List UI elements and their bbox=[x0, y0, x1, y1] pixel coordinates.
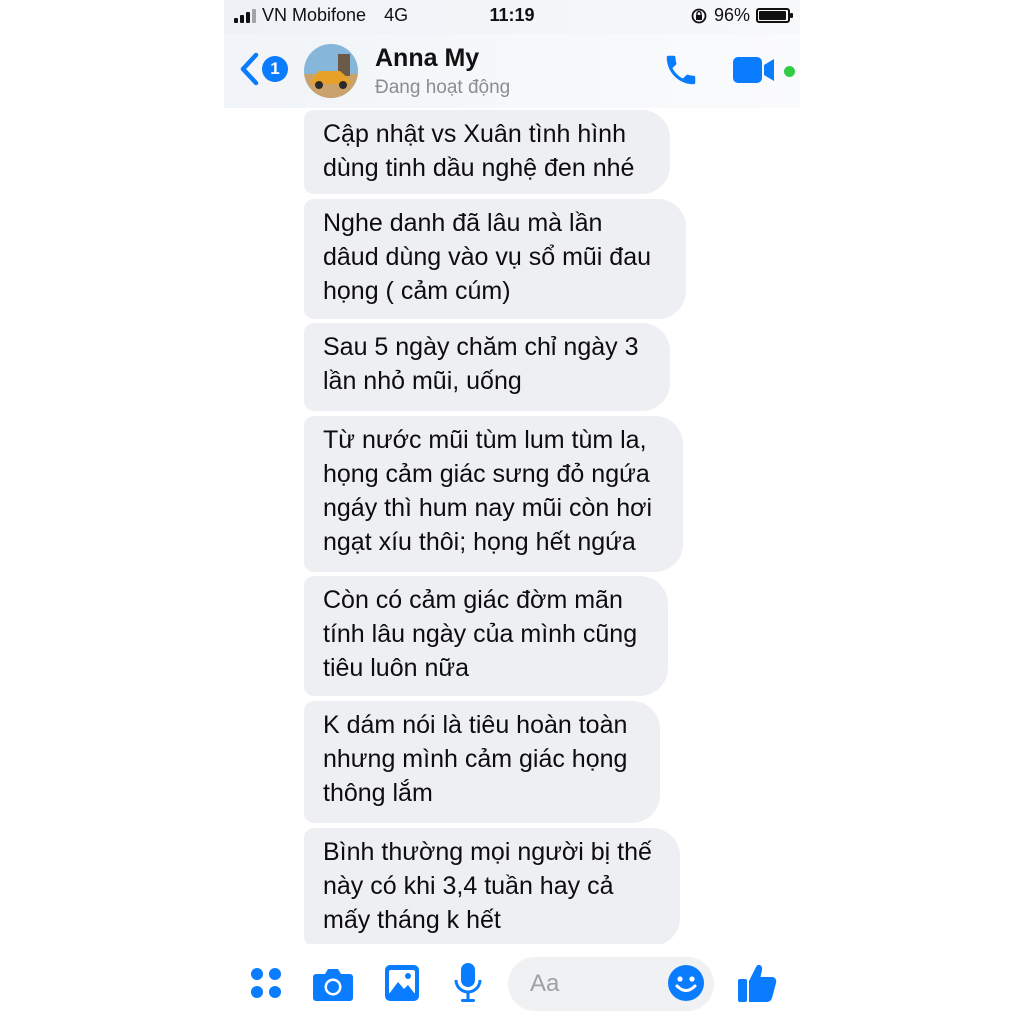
message-bubble[interactable]: Từ nước mũi tùm lum tùm la, họng cảm giá… bbox=[304, 416, 683, 572]
message-bubble[interactable]: Nghe danh đã lâu mà lần dâud dùng vào vụ… bbox=[304, 199, 686, 319]
back-button[interactable]: 1 bbox=[238, 52, 288, 86]
message-bubble[interactable]: Bình thường mọi người bị thế này có khi … bbox=[304, 828, 680, 944]
back-chevron-icon bbox=[240, 52, 259, 86]
image-icon bbox=[385, 965, 419, 1001]
message-list: Cập nhật vs Xuân tình hình dùng tinh dầu… bbox=[224, 108, 800, 944]
message-bubble[interactable]: Còn có cảm giác đờm mãn tính lâu ngày củ… bbox=[304, 576, 668, 696]
avatar[interactable] bbox=[304, 44, 358, 98]
phone-icon bbox=[666, 55, 696, 85]
online-indicator bbox=[784, 66, 795, 77]
avatar-photo bbox=[304, 44, 358, 98]
gallery-button[interactable] bbox=[384, 964, 420, 1007]
battery-percent: 96% bbox=[713, 5, 750, 25]
emoji-button[interactable] bbox=[666, 963, 706, 1008]
status-bar: VN Mobifone 4G 11:19 96% bbox=[224, 0, 800, 34]
video-call-button[interactable] bbox=[732, 54, 776, 91]
orientation-lock-icon bbox=[691, 8, 707, 23]
messenger-screen: VN Mobifone 4G 11:19 96% 1 Anna My Đang … bbox=[224, 0, 800, 1024]
contact-name[interactable]: Anna My bbox=[375, 44, 479, 73]
microphone-icon bbox=[454, 963, 482, 1002]
camera-icon bbox=[313, 969, 353, 1001]
camera-button[interactable] bbox=[312, 966, 354, 1007]
conversation-header: 1 Anna My Đang hoạt động bbox=[224, 34, 800, 108]
message-bubble[interactable]: Cập nhật vs Xuân tình hình dùng tinh dầu… bbox=[304, 110, 670, 194]
contact-status: Đang hoạt động bbox=[375, 77, 511, 98]
like-button[interactable] bbox=[736, 962, 778, 1009]
battery-icon bbox=[756, 8, 793, 23]
message-bubble[interactable]: K dám nói là tiêu hoàn toàn nhưng mình c… bbox=[304, 701, 660, 823]
voice-button[interactable] bbox=[453, 962, 483, 1009]
composer-bar: Aa bbox=[224, 944, 800, 1024]
apps-button[interactable] bbox=[249, 966, 283, 1005]
unread-badge: 1 bbox=[262, 56, 288, 82]
message-bubble[interactable]: Sau 5 ngày chăm chỉ ngày 3 lần nhỏ mũi, … bbox=[304, 323, 670, 411]
call-button[interactable] bbox=[662, 50, 700, 95]
battery-fill bbox=[759, 11, 786, 20]
apps-icon bbox=[251, 968, 281, 998]
thumbs-up-icon bbox=[738, 964, 777, 1002]
video-camera-icon bbox=[733, 57, 774, 83]
message-placeholder: Aa bbox=[530, 970, 560, 997]
emoji-icon bbox=[668, 965, 704, 1001]
